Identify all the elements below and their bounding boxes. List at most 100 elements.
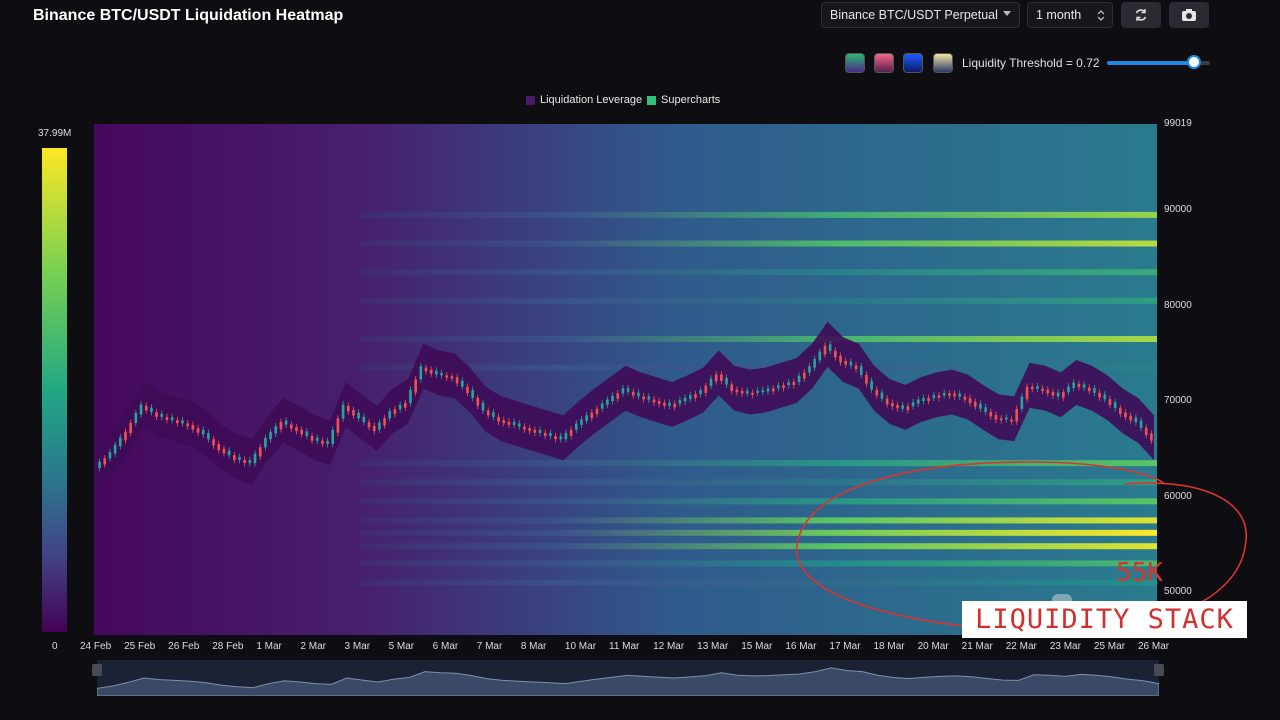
candle-body	[891, 402, 894, 407]
candle-body	[346, 405, 350, 412]
candle-body	[1087, 387, 1091, 392]
x-tick-label: 2 Mar	[300, 641, 326, 652]
candle-body	[336, 418, 340, 433]
candle-body	[279, 422, 283, 430]
liquidity-band	[360, 560, 1157, 567]
candle-body	[834, 350, 837, 358]
candle-body	[476, 397, 480, 406]
x-tick-label: 18 Mar	[873, 641, 905, 652]
candle-body	[973, 401, 977, 407]
candle-body	[1082, 384, 1086, 388]
x-tick-label: 24 Feb	[80, 641, 112, 652]
x-tick-label: 13 Mar	[697, 641, 729, 652]
candle-body	[217, 444, 221, 451]
candle-body	[98, 461, 101, 468]
candle-body	[253, 453, 257, 464]
candle-body	[885, 398, 889, 405]
navigator[interactable]	[96, 660, 1160, 697]
candle-body	[751, 392, 754, 395]
candle-body	[984, 407, 987, 412]
candle-body	[108, 452, 112, 459]
x-tick-label: 3 Mar	[344, 641, 371, 652]
candle-body	[911, 402, 915, 407]
x-tick-label: 6 Mar	[432, 641, 459, 652]
candle-body	[621, 388, 625, 394]
candle-body	[626, 388, 630, 392]
candle-body	[896, 404, 899, 409]
candle-body	[818, 351, 822, 361]
liquidity-band	[360, 543, 1157, 550]
candle-body	[181, 420, 184, 424]
candle-body	[352, 409, 355, 416]
candle-body	[258, 447, 262, 457]
candle-body	[823, 345, 827, 355]
candle-body	[403, 402, 407, 408]
candle-body	[455, 377, 459, 384]
candle-body	[186, 423, 189, 427]
candle-body	[844, 360, 848, 365]
candle-body	[600, 403, 604, 409]
candle-body	[631, 391, 635, 396]
liquidity-band	[360, 529, 1157, 536]
candle-body	[124, 431, 127, 441]
x-tick-label: 7 Mar	[476, 641, 503, 652]
y-tick-label: 60000	[1164, 490, 1192, 502]
candle-body	[538, 429, 542, 433]
x-tick-label: 25 Mar	[1093, 641, 1126, 652]
candle-body	[1015, 409, 1018, 422]
candle-body	[937, 395, 941, 398]
candle-body	[207, 433, 210, 440]
x-tick-label: 23 Mar	[1049, 641, 1081, 652]
navigator-left-handle[interactable]	[92, 664, 102, 676]
candle-body	[854, 365, 858, 370]
candle-body	[502, 420, 506, 424]
candle-body	[766, 388, 770, 392]
x-tick-label: 5 Mar	[388, 641, 415, 652]
candle-body	[730, 384, 734, 392]
candle-body	[460, 380, 464, 387]
candle-body	[652, 399, 656, 403]
candle-body	[813, 358, 816, 368]
candle-body	[958, 393, 961, 397]
candle-body	[865, 374, 868, 384]
candle-body	[212, 439, 215, 446]
candle-body	[248, 460, 252, 464]
candle-body	[606, 399, 609, 405]
x-tick-label: 26 Feb	[168, 641, 200, 652]
candle-body	[595, 408, 599, 414]
candle-body	[440, 372, 443, 376]
candle-body	[761, 390, 765, 393]
candle-body	[196, 428, 200, 433]
candle-body	[1077, 383, 1081, 388]
y-tick-label: 99019	[1164, 118, 1192, 129]
candle-body	[378, 422, 381, 430]
candle-body	[1025, 386, 1029, 400]
navigator-right-handle[interactable]	[1154, 664, 1164, 676]
candle-body	[999, 418, 1003, 421]
candle-body	[709, 378, 713, 386]
x-tick-label: 22 Mar	[1005, 641, 1037, 652]
candle-body	[1119, 408, 1122, 414]
candle-body	[963, 396, 967, 400]
candle-body	[300, 429, 303, 435]
x-tick-label: 26 Mar	[1138, 641, 1170, 652]
candle-body	[201, 429, 205, 435]
candle-body	[797, 375, 801, 382]
candle-body	[144, 405, 148, 411]
candle-body	[429, 369, 433, 374]
candle-body	[1051, 391, 1055, 396]
candle-body	[466, 386, 469, 393]
liquidity-band	[360, 479, 1157, 486]
candle-body	[543, 432, 547, 436]
candle-body	[486, 410, 490, 416]
candle-body	[808, 366, 811, 373]
candle-body	[859, 366, 863, 375]
y-tick-label: 50000	[1164, 586, 1192, 598]
x-tick-label: 11 Mar	[609, 641, 640, 652]
candle-body	[735, 389, 739, 393]
candle-body	[740, 390, 744, 394]
candle-body	[1150, 433, 1153, 441]
x-tick-label: 28 Feb	[212, 641, 244, 652]
x-tick-label: 16 Mar	[785, 641, 817, 652]
candle-body	[517, 423, 521, 427]
